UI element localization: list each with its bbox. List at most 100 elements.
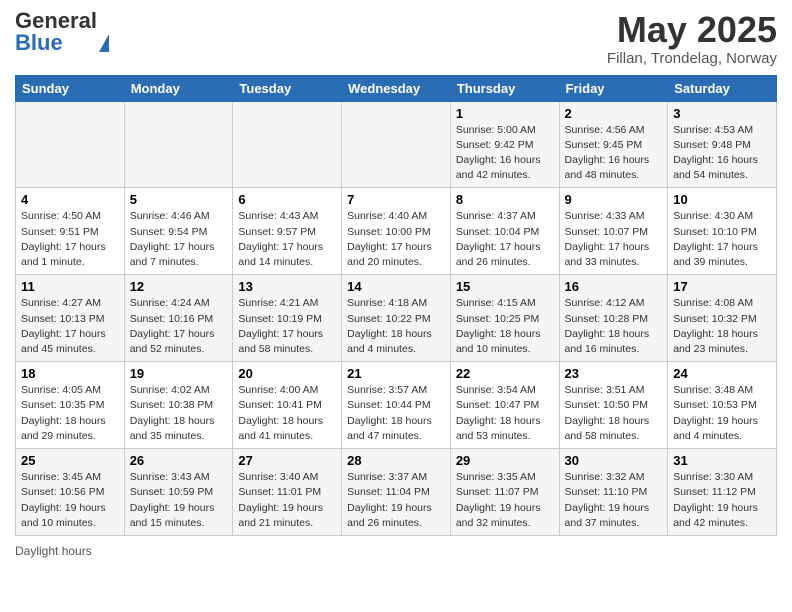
day-number: 31 [673, 453, 771, 468]
day-number: 18 [21, 366, 119, 381]
day-info: Sunrise: 4:00 AMSunset: 10:41 PMDaylight… [238, 383, 336, 444]
day-info: Sunrise: 3:48 AMSunset: 10:53 PMDaylight… [673, 383, 771, 444]
day-number: 28 [347, 453, 445, 468]
calendar-cell: 2 Sunrise: 4:56 AMSunset: 9:45 PMDaylight… [559, 101, 668, 188]
day-number: 27 [238, 453, 336, 468]
day-of-week-header: Sunday [16, 75, 125, 101]
day-info: Sunrise: 4:21 AMSunset: 10:19 PMDaylight… [238, 296, 336, 357]
day-info: Sunrise: 4:15 AMSunset: 10:25 PMDaylight… [456, 296, 554, 357]
calendar-cell: 31 Sunrise: 3:30 AMSunset: 11:12 PMDaylig… [668, 449, 777, 536]
location-title: Fillan, Trondelag, Norway [607, 50, 777, 67]
day-info: Sunrise: 4:18 AMSunset: 10:22 PMDaylight… [347, 296, 445, 357]
day-info: Sunrise: 4:33 AMSunset: 10:07 PMDaylight… [565, 209, 663, 270]
calendar-cell: 18 Sunrise: 4:05 AMSunset: 10:35 PMDaylig… [16, 362, 125, 449]
calendar-cell: 30 Sunrise: 3:32 AMSunset: 11:10 PMDaylig… [559, 449, 668, 536]
day-of-week-header: Tuesday [233, 75, 342, 101]
day-info: Sunrise: 4:46 AMSunset: 9:54 PMDaylight:… [130, 209, 228, 270]
day-info: Sunrise: 3:35 AMSunset: 11:07 PMDaylight… [456, 470, 554, 531]
logo-triangle-icon [99, 34, 109, 52]
day-number: 5 [130, 192, 228, 207]
day-number: 26 [130, 453, 228, 468]
day-number: 2 [565, 106, 663, 121]
day-number: 3 [673, 106, 771, 121]
day-info: Sunrise: 4:53 AMSunset: 9:48 PMDaylight:… [673, 123, 771, 184]
calendar-cell: 7 Sunrise: 4:40 AMSunset: 10:00 PMDayligh… [342, 188, 451, 275]
calendar-cell: 1 Sunrise: 5:00 AMSunset: 9:42 PMDaylight… [450, 101, 559, 188]
day-number: 20 [238, 366, 336, 381]
day-number: 8 [456, 192, 554, 207]
calendar-cell [233, 101, 342, 188]
day-info: Sunrise: 3:45 AMSunset: 10:56 PMDaylight… [21, 470, 119, 531]
day-info: Sunrise: 4:02 AMSunset: 10:38 PMDaylight… [130, 383, 228, 444]
calendar-cell: 13 Sunrise: 4:21 AMSunset: 10:19 PMDaylig… [233, 275, 342, 362]
day-info: Sunrise: 4:24 AMSunset: 10:16 PMDaylight… [130, 296, 228, 357]
day-of-week-header: Monday [124, 75, 233, 101]
day-info: Sunrise: 4:50 AMSunset: 9:51 PMDaylight:… [21, 209, 119, 270]
day-number: 16 [565, 279, 663, 294]
day-of-week-header: Wednesday [342, 75, 451, 101]
day-number: 1 [456, 106, 554, 121]
day-info: Sunrise: 3:32 AMSunset: 11:10 PMDaylight… [565, 470, 663, 531]
day-of-week-header: Saturday [668, 75, 777, 101]
calendar-cell: 20 Sunrise: 4:00 AMSunset: 10:41 PMDaylig… [233, 362, 342, 449]
day-number: 30 [565, 453, 663, 468]
day-number: 21 [347, 366, 445, 381]
title-area: May 2025 Fillan, Trondelag, Norway [607, 10, 777, 67]
day-number: 24 [673, 366, 771, 381]
day-info: Sunrise: 3:57 AMSunset: 10:44 PMDaylight… [347, 383, 445, 444]
calendar-cell: 21 Sunrise: 3:57 AMSunset: 10:44 PMDaylig… [342, 362, 451, 449]
calendar-cell: 5 Sunrise: 4:46 AMSunset: 9:54 PMDaylight… [124, 188, 233, 275]
day-of-week-header: Thursday [450, 75, 559, 101]
footer: Daylight hours [15, 544, 777, 558]
day-info: Sunrise: 4:05 AMSunset: 10:35 PMDaylight… [21, 383, 119, 444]
day-number: 7 [347, 192, 445, 207]
calendar-cell: 26 Sunrise: 3:43 AMSunset: 10:59 PMDaylig… [124, 449, 233, 536]
day-info: Sunrise: 3:43 AMSunset: 10:59 PMDaylight… [130, 470, 228, 531]
day-info: Sunrise: 3:30 AMSunset: 11:12 PMDaylight… [673, 470, 771, 531]
day-number: 29 [456, 453, 554, 468]
calendar-cell: 29 Sunrise: 3:35 AMSunset: 11:07 PMDaylig… [450, 449, 559, 536]
day-info: Sunrise: 4:30 AMSunset: 10:10 PMDaylight… [673, 209, 771, 270]
calendar-cell: 16 Sunrise: 4:12 AMSunset: 10:28 PMDaylig… [559, 275, 668, 362]
day-number: 14 [347, 279, 445, 294]
logo-blue-text: Blue [15, 30, 63, 55]
calendar-cell: 14 Sunrise: 4:18 AMSunset: 10:22 PMDaylig… [342, 275, 451, 362]
calendar-cell: 27 Sunrise: 3:40 AMSunset: 11:01 PMDaylig… [233, 449, 342, 536]
day-number: 11 [21, 279, 119, 294]
day-info: Sunrise: 4:08 AMSunset: 10:32 PMDaylight… [673, 296, 771, 357]
calendar-cell: 24 Sunrise: 3:48 AMSunset: 10:53 PMDaylig… [668, 362, 777, 449]
day-number: 6 [238, 192, 336, 207]
day-number: 25 [21, 453, 119, 468]
calendar-cell: 6 Sunrise: 4:43 AMSunset: 9:57 PMDaylight… [233, 188, 342, 275]
day-info: Sunrise: 3:40 AMSunset: 11:01 PMDaylight… [238, 470, 336, 531]
day-info: Sunrise: 3:54 AMSunset: 10:47 PMDaylight… [456, 383, 554, 444]
day-info: Sunrise: 5:00 AMSunset: 9:42 PMDaylight:… [456, 123, 554, 184]
calendar-cell: 25 Sunrise: 3:45 AMSunset: 10:56 PMDaylig… [16, 449, 125, 536]
month-title: May 2025 [607, 10, 777, 50]
day-info: Sunrise: 4:40 AMSunset: 10:00 PMDaylight… [347, 209, 445, 270]
calendar-cell: 11Sunrise: 4:27 AMSunset: 10:13 PMDaylig… [16, 275, 125, 362]
calendar-cell: 22 Sunrise: 3:54 AMSunset: 10:47 PMDaylig… [450, 362, 559, 449]
daylight-label: Daylight hours [15, 544, 92, 558]
calendar-table: SundayMondayTuesdayWednesdayThursdayFrid… [15, 75, 777, 536]
day-number: 13 [238, 279, 336, 294]
day-info: Sunrise: 4:56 AMSunset: 9:45 PMDaylight:… [565, 123, 663, 184]
calendar-cell: 10 Sunrise: 4:30 AMSunset: 10:10 PMDaylig… [668, 188, 777, 275]
day-number: 22 [456, 366, 554, 381]
calendar-cell: 28 Sunrise: 3:37 AMSunset: 11:04 PMDaylig… [342, 449, 451, 536]
calendar-cell: 4Sunrise: 4:50 AMSunset: 9:51 PMDaylight… [16, 188, 125, 275]
day-number: 9 [565, 192, 663, 207]
day-number: 12 [130, 279, 228, 294]
calendar-cell: 15Sunrise: 4:15 AMSunset: 10:25 PMDaylig… [450, 275, 559, 362]
day-info: Sunrise: 3:37 AMSunset: 11:04 PMDaylight… [347, 470, 445, 531]
day-number: 19 [130, 366, 228, 381]
calendar-cell: 19 Sunrise: 4:02 AMSunset: 10:38 PMDaylig… [124, 362, 233, 449]
day-info: Sunrise: 4:12 AMSunset: 10:28 PMDaylight… [565, 296, 663, 357]
header: General Blue May 2025 Fillan, Trondelag,… [15, 10, 777, 67]
day-of-week-header: Friday [559, 75, 668, 101]
day-number: 10 [673, 192, 771, 207]
calendar-cell: 3 Sunrise: 4:53 AMSunset: 9:48 PMDaylight… [668, 101, 777, 188]
calendar-cell: 8Sunrise: 4:37 AMSunset: 10:04 PMDayligh… [450, 188, 559, 275]
calendar-cell [342, 101, 451, 188]
day-info: Sunrise: 4:43 AMSunset: 9:57 PMDaylight:… [238, 209, 336, 270]
